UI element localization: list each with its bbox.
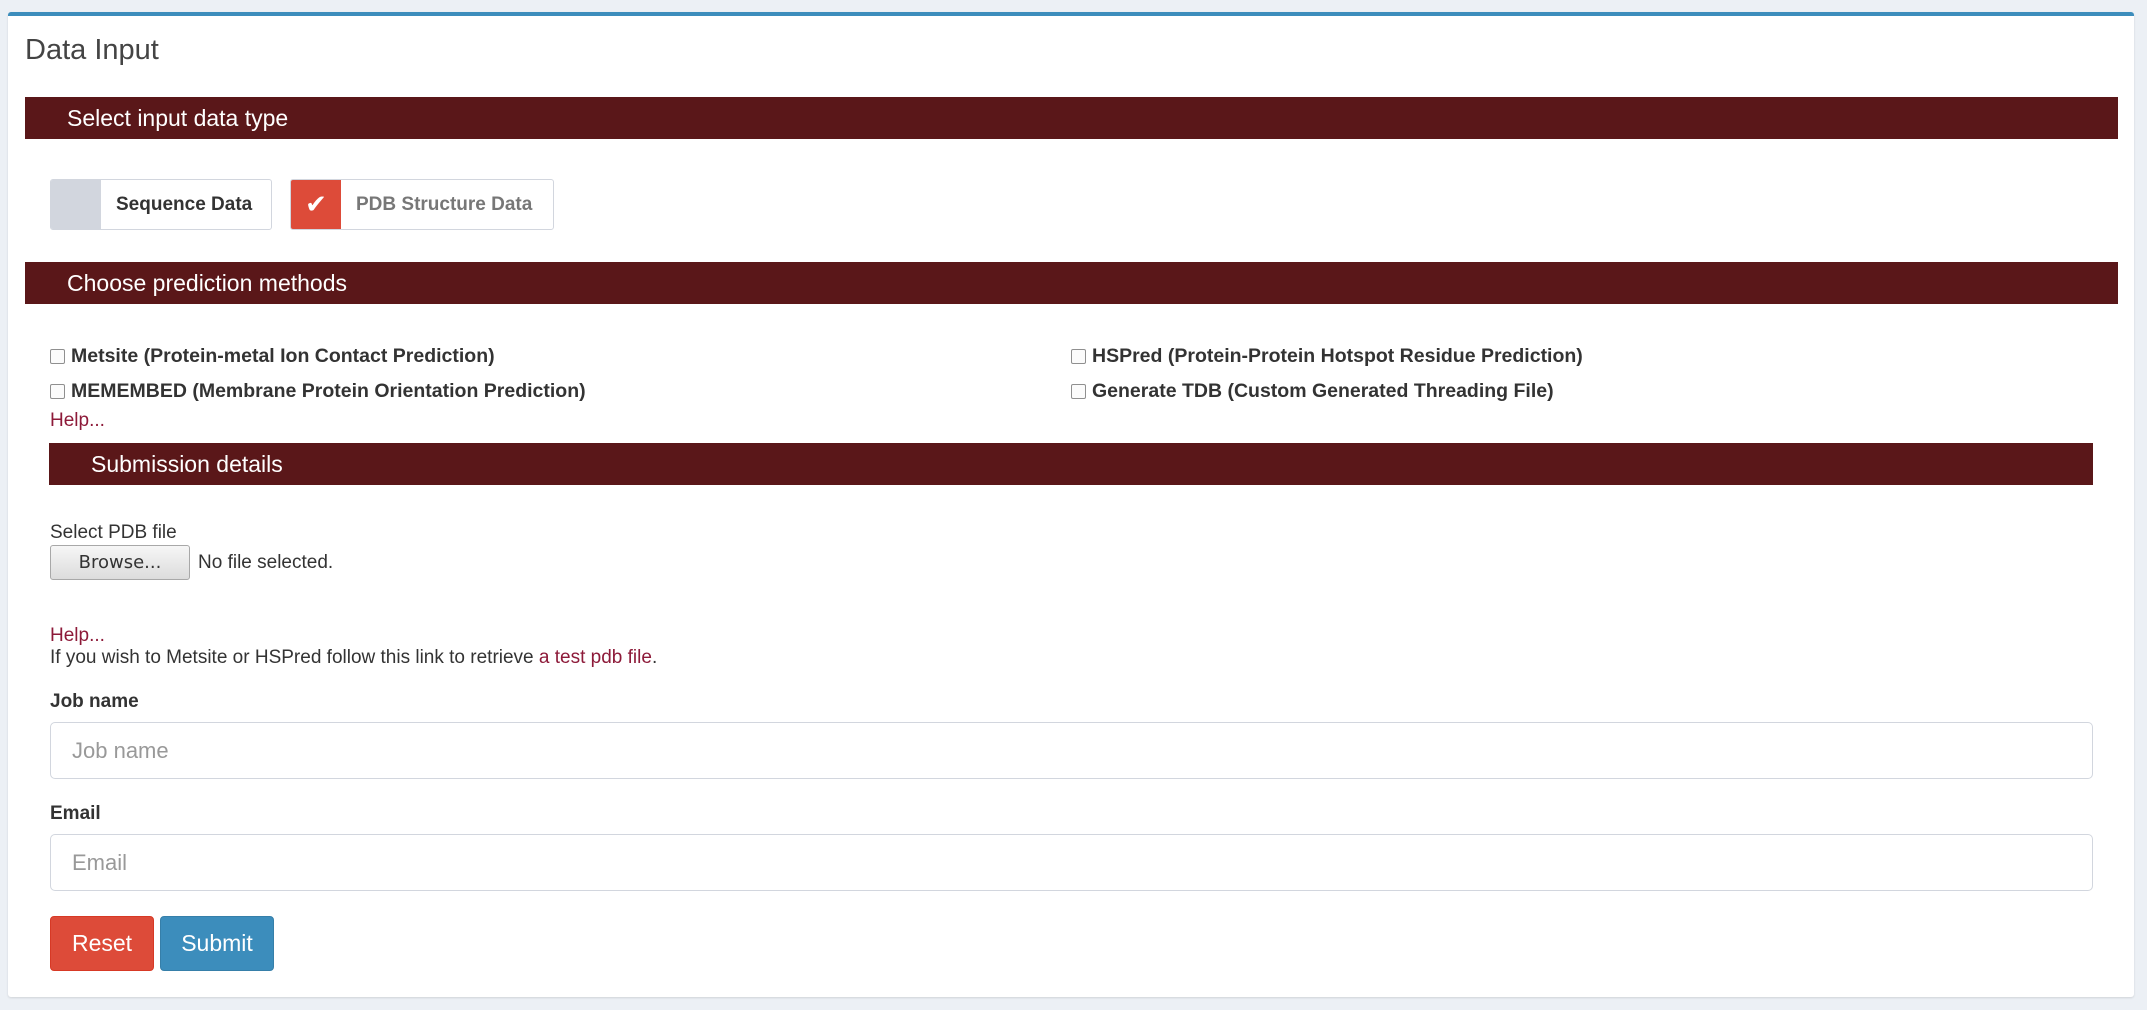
hspred-checkbox[interactable] xyxy=(1071,349,1086,364)
sequence-data-toggle[interactable]: Sequence Data xyxy=(50,179,272,230)
method-hspred[interactable]: HSPred (Protein-Protein Hotspot Residue … xyxy=(1071,345,1583,368)
hspred-label: HSPred (Protein-Protein Hotspot Residue … xyxy=(1092,345,1583,367)
method-metsite[interactable]: Metsite (Protein-metal Ion Contact Predi… xyxy=(50,345,495,368)
checkmark-icon[interactable]: ✔ xyxy=(291,180,341,229)
memembed-label: MEMEMBED (Membrane Protein Orientation P… xyxy=(71,380,586,402)
sequence-data-label: Sequence Data xyxy=(116,193,253,215)
job-name-label: Job name xyxy=(50,691,139,712)
job-name-input[interactable] xyxy=(50,722,2093,779)
reset-button[interactable]: Reset xyxy=(50,916,154,971)
methods-help-link[interactable]: Help... xyxy=(50,410,105,432)
metsite-label: Metsite (Protein-metal Ion Contact Predi… xyxy=(71,345,495,367)
file-help-link[interactable]: Help... xyxy=(50,625,105,647)
email-input[interactable] xyxy=(50,834,2093,891)
data-input-panel: Data Input Select input data type Sequen… xyxy=(8,12,2134,997)
pdb-file-label: Select PDB file xyxy=(50,522,177,543)
test-file-info: If you wish to Metsite or HSPred follow … xyxy=(50,647,657,669)
generate-tdb-label: Generate TDB (Custom Generated Threading… xyxy=(1092,380,1554,402)
test-pdb-file-link[interactable]: a test pdb file xyxy=(539,647,652,668)
section-header-methods: Choose prediction methods xyxy=(25,262,2118,304)
file-status-text: No file selected. xyxy=(198,552,334,573)
method-generate-tdb[interactable]: Generate TDB (Custom Generated Threading… xyxy=(1071,380,1554,403)
method-memembed[interactable]: MEMEMBED (Membrane Protein Orientation P… xyxy=(50,380,586,403)
toggle-switch-off[interactable] xyxy=(51,180,101,229)
pdb-structure-data-toggle[interactable]: ✔ PDB Structure Data xyxy=(290,179,554,230)
test-file-info-text: If you wish to Metsite or HSPred follow … xyxy=(50,647,539,668)
browse-button[interactable]: Browse... xyxy=(50,545,190,580)
section-header-input-type: Select input data type xyxy=(25,97,2118,139)
email-label: Email xyxy=(50,803,101,824)
submit-button[interactable]: Submit xyxy=(160,916,274,971)
section-header-submission: Submission details xyxy=(49,443,2093,485)
generate-tdb-checkbox[interactable] xyxy=(1071,384,1086,399)
memembed-checkbox[interactable] xyxy=(50,384,65,399)
panel-title: Data Input xyxy=(25,34,159,66)
metsite-checkbox[interactable] xyxy=(50,349,65,364)
pdb-structure-data-label: PDB Structure Data xyxy=(356,193,533,215)
test-file-info-suffix: . xyxy=(651,647,658,668)
